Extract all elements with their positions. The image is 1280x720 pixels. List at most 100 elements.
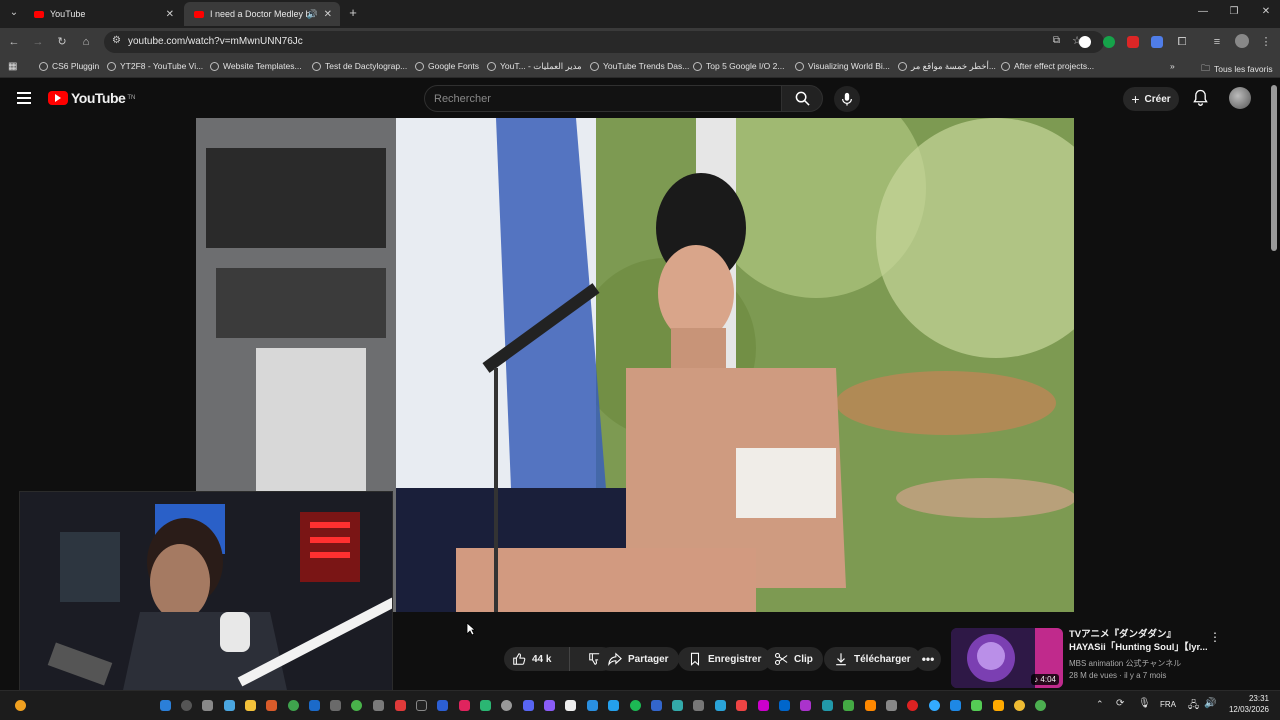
app-icon[interactable]: [779, 700, 790, 711]
menu-dots-icon[interactable]: ⋮: [1258, 34, 1274, 50]
close-tab-icon[interactable]: ✕: [324, 9, 332, 20]
account-avatar[interactable]: [1229, 87, 1251, 109]
app-icon[interactable]: [587, 700, 598, 711]
app-icon[interactable]: [330, 700, 341, 711]
reload-icon[interactable]: ↻: [54, 34, 70, 50]
bookmark-item[interactable]: أخطر خمسة مواقع مر...: [898, 61, 996, 72]
bookmark-item[interactable]: Top 5 Google I/O 2...: [693, 61, 784, 71]
extensions-puzzle-icon[interactable]: ⧠: [1174, 34, 1190, 50]
all-bookmarks-folder[interactable]: 🗀 Tous les favoris: [1201, 61, 1273, 77]
restore-icon[interactable]: ❐: [1226, 6, 1242, 17]
start-windows-icon[interactable]: [160, 700, 171, 711]
app-icon[interactable]: [437, 700, 448, 711]
app-icon[interactable]: [266, 700, 277, 711]
voice-search-button[interactable]: [834, 86, 860, 112]
steam-icon[interactable]: [309, 700, 320, 711]
install-app-icon[interactable]: ⧉: [1053, 35, 1060, 46]
site-info-icon[interactable]: ⚙: [112, 35, 121, 46]
clip-button[interactable]: Clip: [764, 647, 823, 671]
minimize-icon[interactable]: —: [1195, 6, 1211, 17]
app-icon[interactable]: [1035, 700, 1046, 711]
clock[interactable]: 23:31 12/03/2026: [1225, 694, 1269, 714]
audio-playing-icon[interactable]: 🔊: [307, 9, 318, 20]
bookmark-item[interactable]: Test de Dactylograp...: [312, 61, 407, 71]
hamburger-menu-icon[interactable]: [17, 92, 31, 104]
youtube-logo[interactable]: YouTube TN: [48, 90, 135, 106]
extension-t-icon[interactable]: [1127, 36, 1139, 48]
tab-youtube[interactable]: YouTube ✕: [24, 2, 182, 26]
forward-icon[interactable]: →: [30, 34, 46, 50]
home-icon[interactable]: ⌂: [78, 34, 94, 50]
apps-grid-icon[interactable]: ▦: [8, 61, 17, 72]
app-icon[interactable]: [480, 700, 491, 711]
search-button[interactable]: [781, 85, 823, 112]
reading-list-icon[interactable]: ≡: [1209, 34, 1225, 50]
tray-sync-icon[interactable]: ⟳: [1116, 698, 1124, 709]
app-icon[interactable]: [693, 700, 704, 711]
app-icon[interactable]: [501, 700, 512, 711]
app-icon[interactable]: [565, 700, 576, 711]
bookmark-item[interactable]: YouTube Trends Das...: [590, 61, 689, 71]
download-button[interactable]: Télécharger: [824, 647, 921, 671]
close-window-icon[interactable]: ✕: [1258, 6, 1274, 17]
tab-current-video[interactable]: I need a Doctor Medley by 🔊 ✕: [184, 2, 340, 26]
back-icon[interactable]: ←: [6, 34, 22, 50]
suggested-video-title[interactable]: TVアニメ『ダンダダン』HAYASii「Hunting Soul」【lyr...: [1069, 628, 1209, 654]
search-input[interactable]: Rechercher: [424, 85, 782, 112]
spotify-icon[interactable]: [630, 700, 641, 711]
suggested-video-thumbnail[interactable]: ♪ 4:04: [951, 628, 1063, 688]
app-icon[interactable]: [993, 700, 1004, 711]
like-button[interactable]: 44 k: [504, 647, 571, 671]
more-actions-button[interactable]: •••: [915, 647, 941, 671]
suggested-channel-name[interactable]: MBS animation 公式チャンネル: [1069, 658, 1181, 669]
app-icon[interactable]: [224, 700, 235, 711]
app-icon[interactable]: [544, 700, 555, 711]
app-icon[interactable]: [373, 700, 384, 711]
app-icon[interactable]: [608, 700, 619, 711]
tiktok-icon[interactable]: [459, 700, 470, 711]
app-icon[interactable]: [800, 700, 811, 711]
more-bookmarks-icon[interactable]: »: [1170, 61, 1175, 71]
app-icon[interactable]: [395, 700, 406, 711]
notifications-bell-icon[interactable]: [1193, 89, 1208, 111]
new-tab-icon[interactable]: +: [345, 5, 361, 20]
app-icon[interactable]: [843, 700, 854, 711]
app-icon[interactable]: [865, 700, 876, 711]
capcut-icon[interactable]: [416, 700, 427, 711]
grammarly-icon[interactable]: [1103, 36, 1115, 48]
app-icon[interactable]: [651, 700, 662, 711]
suggestion-menu-icon[interactable]: ⋮: [1209, 630, 1221, 644]
tray-network-icon[interactable]: 🖧: [1188, 698, 1199, 715]
app-icon[interactable]: [736, 700, 747, 711]
page-scrollbar[interactable]: [1271, 85, 1277, 251]
bookmark-item[interactable]: Visualizing World Bi...: [795, 61, 890, 71]
tray-mic-icon[interactable]: 🎙: [1138, 698, 1151, 709]
create-button[interactable]: + Créer: [1123, 87, 1179, 111]
app-icon[interactable]: [886, 700, 897, 711]
save-button[interactable]: Enregistrer: [678, 647, 772, 671]
bookmark-item[interactable]: YT2F8 - YouTube Vi...: [107, 61, 203, 71]
telegram-icon[interactable]: [715, 700, 726, 711]
language-indicator[interactable]: FRA: [1160, 700, 1176, 709]
app-icon[interactable]: [1014, 700, 1025, 711]
weather-widget-icon[interactable]: [15, 700, 26, 711]
suggested-video[interactable]: ♪ 4:04 TVアニメ『ダンダダン』HAYASii「Hunting Soul」…: [951, 628, 1263, 690]
discord-icon[interactable]: [523, 700, 534, 711]
tab-search-icon[interactable]: ⌄: [6, 7, 22, 18]
bookmark-item[interactable]: YouT... - مدير العمليات: [487, 61, 582, 72]
app-icon[interactable]: [672, 700, 683, 711]
search-taskbar-icon[interactable]: [181, 700, 192, 711]
taskview-icon[interactable]: [202, 700, 213, 711]
chrome-icon[interactable]: [288, 700, 299, 711]
app-icon[interactable]: [971, 700, 982, 711]
xbox-icon[interactable]: [351, 700, 362, 711]
address-bar[interactable]: ⚙ youtube.com/watch?v=mMwnUNN76Jc ⧉ ☆: [104, 31, 1104, 53]
bookmark-item[interactable]: CS6 Pluggin: [39, 61, 99, 71]
file-explorer-icon[interactable]: [245, 700, 256, 711]
bookmark-item[interactable]: Website Templates...: [210, 61, 302, 71]
bookmark-item[interactable]: After effect projects...: [1001, 61, 1094, 71]
share-button[interactable]: Partager: [598, 647, 679, 671]
tray-chevron-icon[interactable]: ⌃: [1096, 699, 1104, 710]
translate-icon[interactable]: [1151, 36, 1163, 48]
app-icon[interactable]: [907, 700, 918, 711]
